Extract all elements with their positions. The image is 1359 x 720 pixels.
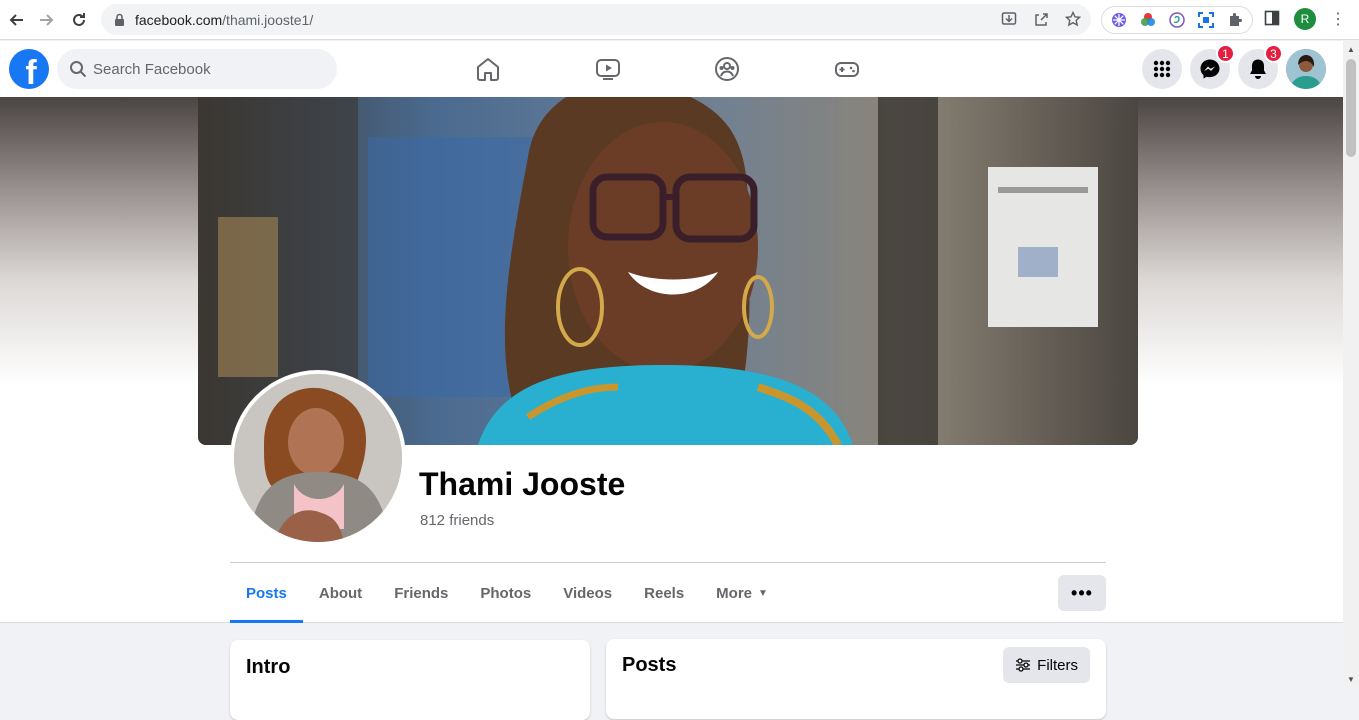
filters-label: Filters xyxy=(1037,656,1078,674)
profile-tabs: Posts About Friends Photos Videos Reels … xyxy=(230,563,784,623)
page-scrollbar[interactable]: ▲ ▼ xyxy=(1343,41,1359,686)
intro-card: Intro xyxy=(230,640,590,720)
bell-icon xyxy=(1250,59,1266,79)
facebook-logo-icon[interactable]: f xyxy=(9,49,49,89)
bookmark-star-icon[interactable] xyxy=(1063,9,1083,29)
intro-title: Intro xyxy=(246,656,291,678)
extension-colorwheel-icon[interactable] xyxy=(1139,11,1157,29)
scroll-down-icon[interactable]: ▼ xyxy=(1347,675,1355,684)
messenger-icon xyxy=(1200,59,1220,79)
forward-icon[interactable] xyxy=(33,6,61,34)
tab-more-label: More xyxy=(716,584,753,602)
scroll-up-icon[interactable]: ▲ xyxy=(1347,45,1355,54)
extension-spiral-icon[interactable] xyxy=(1168,11,1186,29)
gaming-icon[interactable] xyxy=(833,55,861,83)
url-text: facebook.com/thami.jooste1/ xyxy=(135,12,313,28)
browser-profile-avatar[interactable]: R xyxy=(1294,8,1316,30)
extensions-puzzle-icon[interactable] xyxy=(1226,11,1244,29)
browser-toolbar: facebook.com/thami.jooste1/ R ⋮ xyxy=(0,0,1359,40)
watch-icon[interactable] xyxy=(594,55,622,83)
side-panel-icon[interactable] xyxy=(1264,10,1282,28)
friends-count[interactable]: 812 friends xyxy=(420,512,494,529)
notifications-button[interactable]: 3 xyxy=(1238,44,1283,89)
back-icon[interactable] xyxy=(2,6,30,34)
extensions-group xyxy=(1101,6,1253,34)
notifications-badge: 3 xyxy=(1264,44,1283,63)
filters-button[interactable]: Filters xyxy=(1003,647,1090,683)
profile-name: Thami Jooste xyxy=(419,466,626,502)
tab-reels[interactable]: Reels xyxy=(628,563,700,623)
filters-icon xyxy=(1016,658,1031,672)
scroll-thumb[interactable] xyxy=(1346,59,1356,157)
groups-icon[interactable] xyxy=(713,55,741,83)
menu-grid-icon xyxy=(1153,60,1171,78)
url-path: /thami.jooste1/ xyxy=(222,11,314,28)
search-input[interactable] xyxy=(93,60,313,78)
search-icon xyxy=(69,60,87,78)
posts-title: Posts xyxy=(622,654,677,676)
tab-videos[interactable]: Videos xyxy=(547,563,628,623)
extension-snowflake-icon[interactable] xyxy=(1110,11,1128,29)
messenger-button[interactable]: 1 xyxy=(1190,44,1235,89)
extension-screenshot-icon[interactable] xyxy=(1197,11,1215,29)
account-avatar[interactable] xyxy=(1286,49,1326,89)
reload-icon[interactable] xyxy=(65,6,93,34)
tab-friends[interactable]: Friends xyxy=(378,563,464,623)
lock-icon xyxy=(114,13,125,26)
tab-about[interactable]: About xyxy=(303,563,378,623)
share-icon[interactable] xyxy=(1031,9,1051,29)
tab-more[interactable]: More ▼ xyxy=(700,563,784,623)
menu-grid-button[interactable] xyxy=(1142,49,1182,89)
tab-posts[interactable]: Posts xyxy=(230,563,303,623)
browser-menu-icon[interactable]: ⋮ xyxy=(1330,9,1346,29)
caret-down-icon: ▼ xyxy=(758,587,768,599)
url-host: facebook.com xyxy=(135,11,223,28)
facebook-header: f 1 3 xyxy=(0,41,1343,97)
profile-header: Thami Jooste 812 friends Posts About Fri… xyxy=(0,97,1343,623)
search-field[interactable] xyxy=(57,49,337,89)
posts-card: Posts Filters xyxy=(606,639,1106,719)
more-options-button[interactable]: ••• xyxy=(1058,575,1106,611)
tab-photos[interactable]: Photos xyxy=(464,563,547,623)
messenger-badge: 1 xyxy=(1216,44,1235,63)
install-icon[interactable] xyxy=(999,9,1019,29)
address-bar[interactable]: facebook.com/thami.jooste1/ xyxy=(101,4,1091,35)
home-icon[interactable] xyxy=(474,55,502,83)
profile-picture[interactable] xyxy=(230,370,406,546)
